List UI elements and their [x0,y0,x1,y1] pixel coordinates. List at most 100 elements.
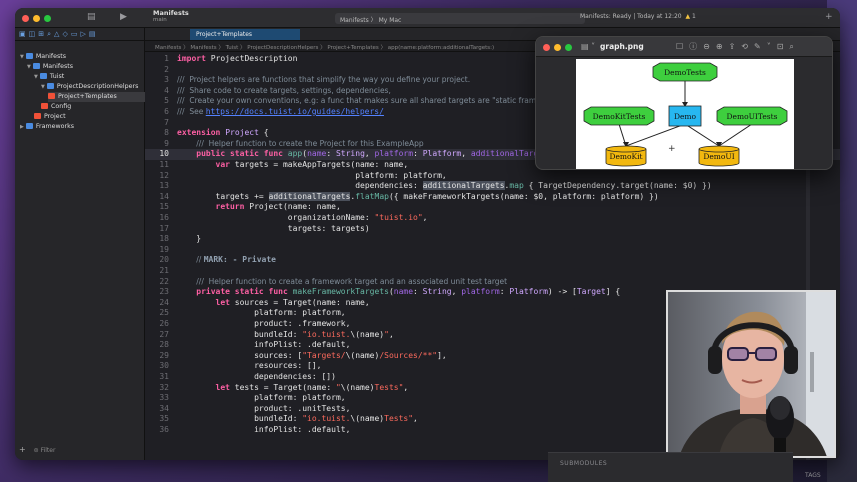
folder-icon [32,63,40,69]
navigator-item-label: ProjectDescriptionHelpers [56,83,139,90]
run-button-icon[interactable]: ▶ [120,12,127,22]
warning-icon[interactable]: ▲ [685,13,690,20]
code-line[interactable]: 14 targets += additionalTargets.flatMap(… [145,191,840,203]
info-icon[interactable]: ☐ [676,42,689,51]
chevron-down-icon[interactable]: ▼ [20,54,24,60]
debug-icon[interactable]: ▭ [71,30,81,38]
code-text: let tests = Target(name: "\(name)Tests", [215,382,409,392]
graph-node-label: Demo [674,112,697,121]
tab-project-templates[interactable]: Project+Templates [190,29,300,40]
zoom-window-button[interactable] [565,44,572,51]
navigator-item[interactable]: Project [34,112,145,122]
chevron-down-icon[interactable]: ▼ [27,64,31,70]
line-number: 8 [164,128,169,138]
navigator-item[interactable]: Config [41,102,145,112]
code-line[interactable]: 17 targets: targets) [145,224,840,235]
test-icon[interactable]: ◇ [62,30,70,38]
code-text: dependencies: additionalTargets.map { Ta… [177,181,712,191]
tab-label: Project+Templates [196,31,253,38]
line-number: 26 [159,319,169,328]
line-number: 12 [159,170,169,180]
close-window-button[interactable] [543,44,550,51]
filter-field[interactable]: Filter [41,447,56,454]
line-number: 14 [159,191,169,201]
add-tab-icon[interactable]: + [825,12,833,22]
graph-edge [625,123,686,147]
search-icon[interactable]: ⌕ [47,30,54,38]
chevron-down-icon[interactable]: ˅ [767,42,777,51]
preview-toolbar: ☐ⓘ⊖⊕⇪⟲✎˅⊡⌕ [676,41,800,52]
line-number: 21 [159,266,169,275]
background-app-panel: SUBMODULES [548,452,793,482]
navigator-item[interactable]: ▼ Manifests [20,52,145,62]
code-text: infoPlist: .default, [177,340,351,350]
code-line[interactable]: 15 return Project(name: name, [145,202,840,213]
line-number: 34 [159,403,169,413]
source-control-icon[interactable]: ◫ [29,30,39,38]
minimize-window-button[interactable] [33,15,40,22]
code-line[interactable]: 19 [145,245,840,256]
navigator-item[interactable]: ▼ Tuist [34,72,145,82]
code-line[interactable]: 12 platform: platform, [145,171,840,182]
navigator-item[interactable]: ▼ Manifests [27,62,145,72]
code-text: platform: platform, [177,393,346,403]
share-icon[interactable]: ⇪ [729,42,742,51]
zoom-in-icon[interactable]: ⊕ [716,42,729,51]
code-text: organizationName: "tuist.io", [177,213,428,222]
sidebar-toggle-icon[interactable]: ▤ ˅ [581,42,595,51]
code-line[interactable]: 21 [145,266,840,277]
report-icon[interactable]: ▤ [89,30,99,38]
info-circle-icon[interactable]: ⓘ [689,42,703,51]
folder-icon[interactable]: ▣ [19,30,29,38]
folder-icon [39,73,47,79]
title-bar: ▤ ▶ Manifests main Manifests 〉 My Mac Ma… [15,8,840,28]
graph-node-label: DemoUI [703,152,734,161]
crop-icon[interactable]: ⊡ [777,42,790,51]
search-icon[interactable]: ⌕ [789,42,799,51]
folder-icon [46,83,54,89]
code-text: /// Project helpers are functions that s… [177,75,471,85]
markup-icon[interactable]: ✎ [754,42,767,51]
chevron-down-icon[interactable]: ▼ [34,74,38,80]
line-number: 29 [159,350,169,360]
line-number: 23 [159,287,169,297]
scheme-selector[interactable]: Manifests 〉 My Mac [335,13,585,24]
graph-edge [718,123,753,147]
code-text: dependencies: []) [177,372,336,381]
zoom-window-button[interactable] [44,15,51,22]
symbol-icon[interactable]: ⊞ [38,30,47,38]
navigator-item[interactable]: ▼ ProjectDescriptionHelpers [41,82,145,92]
chevron-down-icon[interactable]: ▼ [41,84,45,90]
code-text: platform: platform, [177,170,447,180]
code-line[interactable]: 22 /// Helper function to create a frame… [145,277,840,288]
code-text: return Project(name: name, [215,202,341,212]
line-number: 9 [164,138,169,148]
add-file-icon[interactable]: + [19,445,26,454]
code-text: bundleId: "io.tuist.\(name)", [177,329,394,339]
navigator-item[interactable]: Project+Templates [48,92,145,102]
code-line[interactable]: 20 // MARK: - Private [145,255,840,266]
code-text: /// See https://docs.tuist.io/guides/hel… [177,107,384,116]
navigator-item-label: Project [44,113,66,120]
sidebar-toggle-icon[interactable]: ▤ [87,12,96,22]
line-number: 27 [159,329,169,339]
code-line[interactable]: 13 dependencies: additionalTargets.map {… [145,181,840,192]
close-window-button[interactable] [22,15,29,22]
line-number: 2 [164,64,169,74]
cursor-crosshair: + [668,144,676,154]
scheme-device: My Mac [378,17,402,24]
line-number: 33 [159,393,169,403]
navigator-item[interactable]: ▶ Frameworks [20,122,145,132]
chevron-right-icon[interactable]: ▶ [20,124,24,130]
minimize-window-button[interactable] [554,44,561,51]
code-text: resources: [], [177,361,322,371]
code-text: /// Helper function to create the Projec… [196,138,424,148]
navigator-item-label: Manifests [35,53,67,60]
code-line[interactable]: 16 organizationName: "tuist.io", [145,213,840,224]
zoom-out-icon[interactable]: ⊖ [703,42,716,51]
preview-window: ▤ ˅ graph.png ☐ⓘ⊖⊕⇪⟲✎˅⊡⌕ DemoTests DemoKi… [535,36,833,170]
line-number: 19 [159,244,169,254]
rotate-icon[interactable]: ⟲ [741,42,754,51]
breakpoint-icon[interactable]: ▷ [80,30,88,38]
code-line[interactable]: 18 } [145,234,840,245]
